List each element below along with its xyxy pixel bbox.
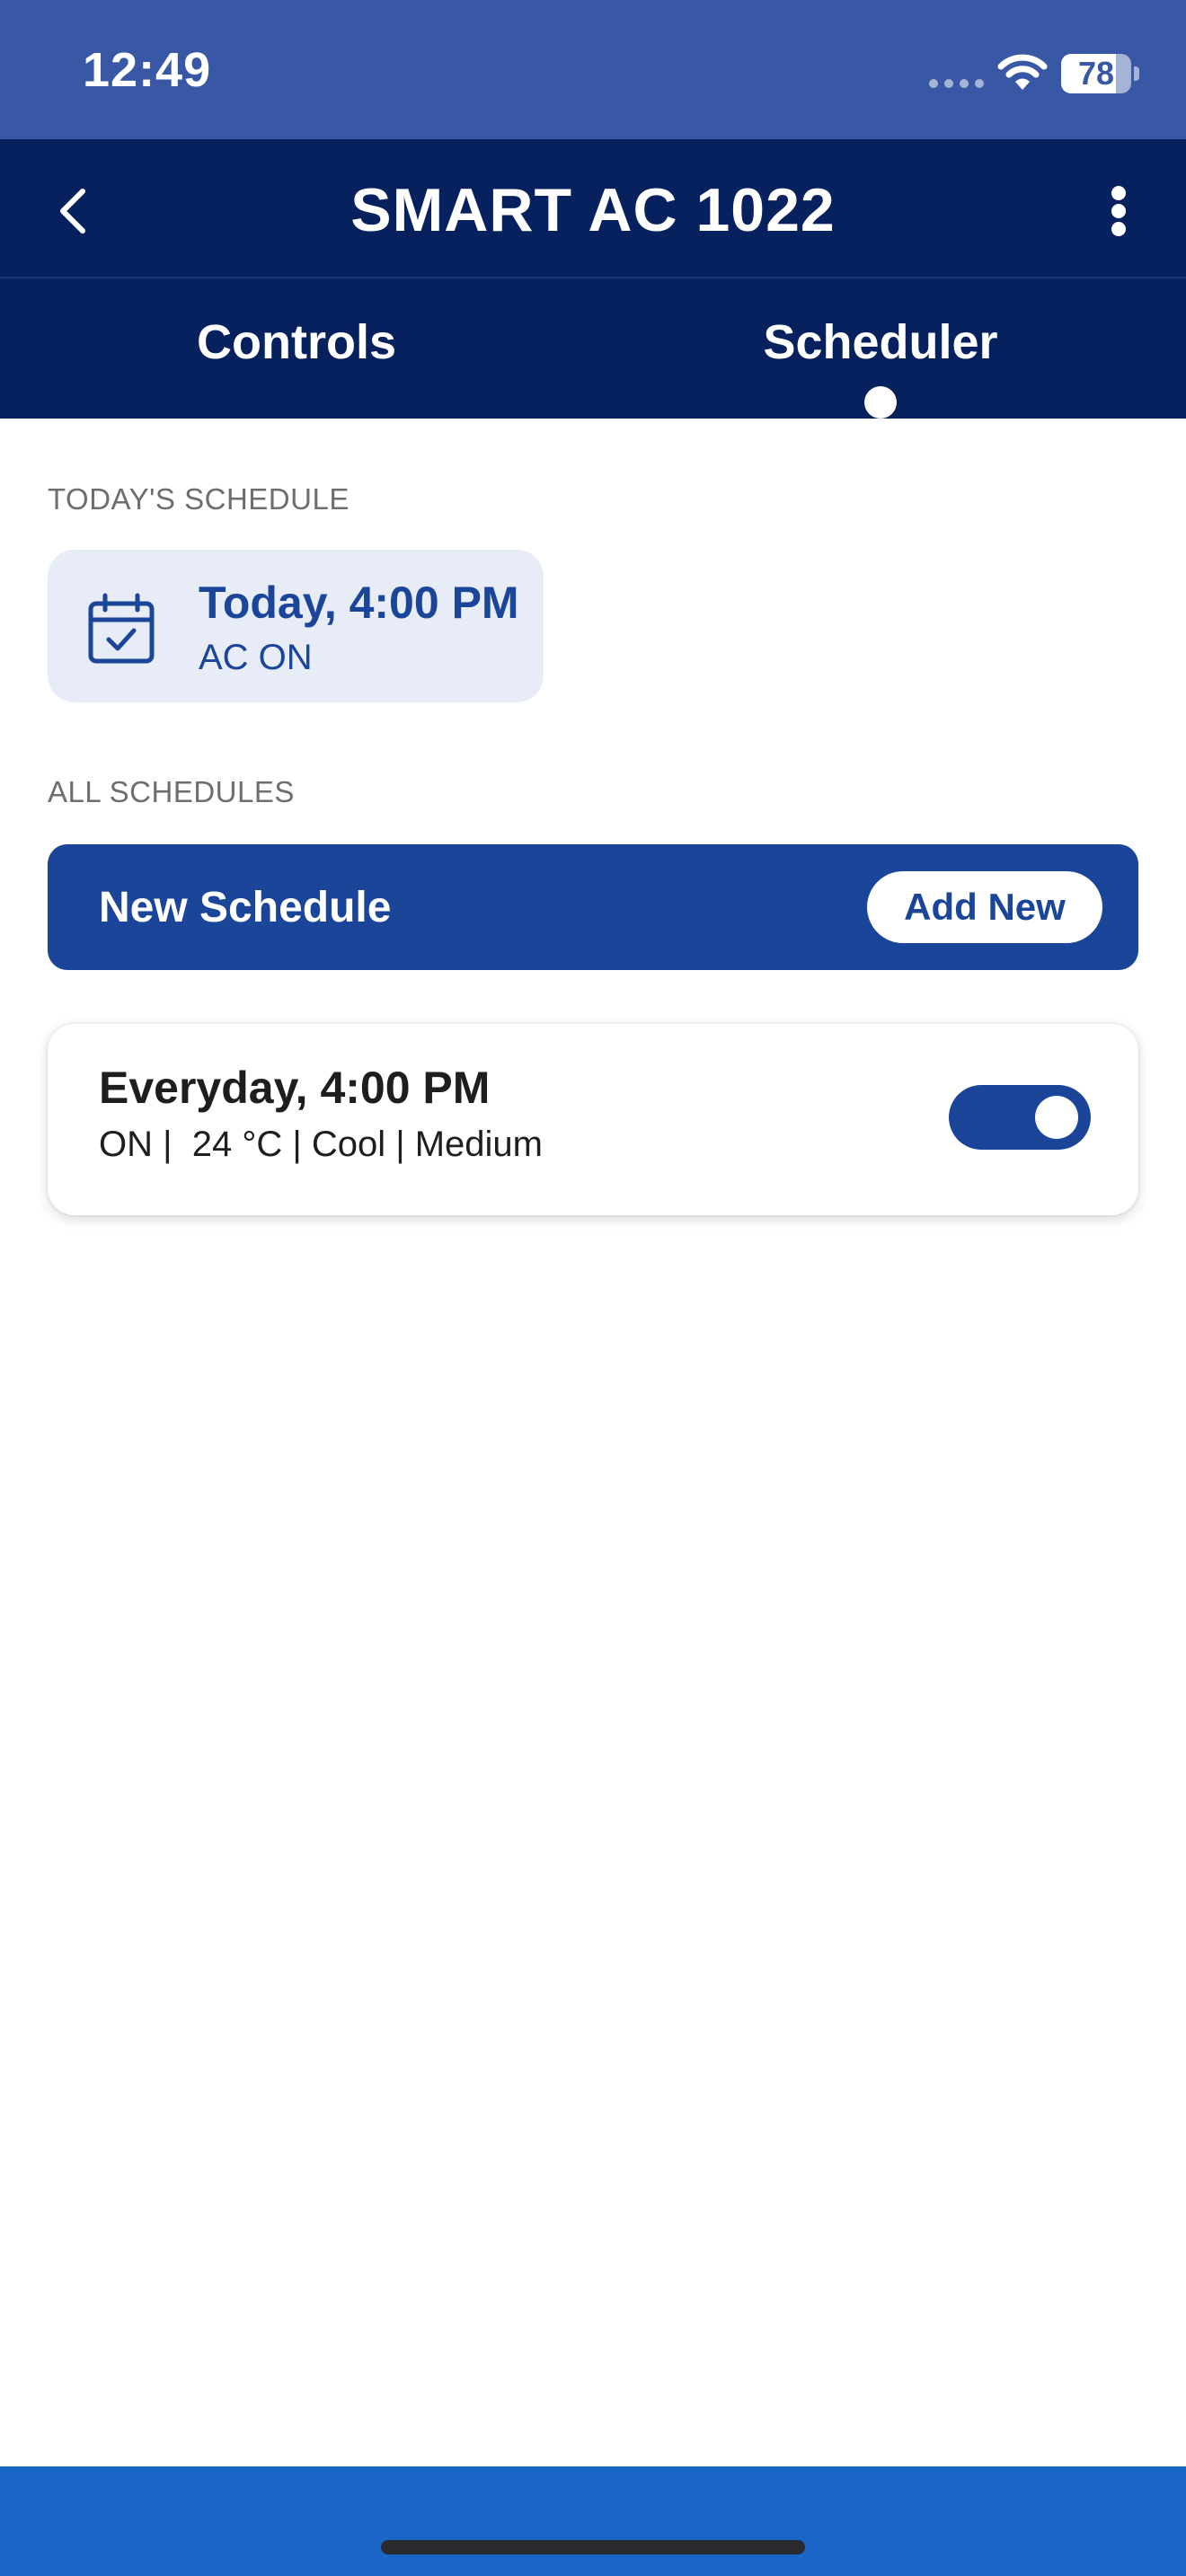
tab-controls[interactable]: Controls — [0, 278, 593, 419]
new-schedule-bar: New Schedule Add New — [48, 844, 1138, 970]
status-bar: 12:49 78 — [0, 0, 1186, 139]
todays-schedule-action: AC ON — [199, 638, 313, 677]
todays-schedule-card[interactable]: Today, 4:00 PM AC ON — [48, 550, 544, 702]
new-schedule-label: New Schedule — [99, 884, 392, 931]
todays-schedule-heading: TODAY'S SCHEDULE — [48, 482, 350, 516]
schedule-details: ON | 24 °C | Cool | Medium — [99, 1125, 543, 1164]
schedule-time: Everyday, 4:00 PM — [99, 1063, 491, 1113]
toggle-knob — [1035, 1096, 1078, 1139]
todays-schedule-time: Today, 4:00 PM — [199, 578, 519, 628]
battery-icon: 78 — [1061, 54, 1140, 93]
signal-icon — [929, 79, 987, 88]
more-vertical-icon[interactable] — [1087, 175, 1150, 247]
bottom-bar — [0, 2466, 1186, 2576]
tab-bar: Controls Scheduler — [0, 278, 1186, 419]
app-bar: SMART AC 1022 — [0, 139, 1186, 278]
schedule-enable-toggle[interactable] — [949, 1085, 1091, 1150]
add-new-button[interactable]: Add New — [867, 871, 1102, 943]
status-time: 12:49 — [83, 43, 212, 97]
wifi-icon — [997, 54, 1048, 90]
chevron-left-icon[interactable] — [41, 175, 113, 247]
page-title: SMART AC 1022 — [350, 176, 836, 244]
all-schedules-heading: ALL SCHEDULES — [48, 775, 295, 808]
tab-selected-indicator — [864, 386, 897, 419]
battery-level: 78 — [1077, 55, 1115, 92]
home-indicator[interactable] — [381, 2540, 805, 2554]
schedule-list-item[interactable]: Everyday, 4:00 PM ON | 24 °C | Cool | Me… — [48, 1024, 1138, 1215]
calendar-check-icon — [88, 593, 155, 664]
